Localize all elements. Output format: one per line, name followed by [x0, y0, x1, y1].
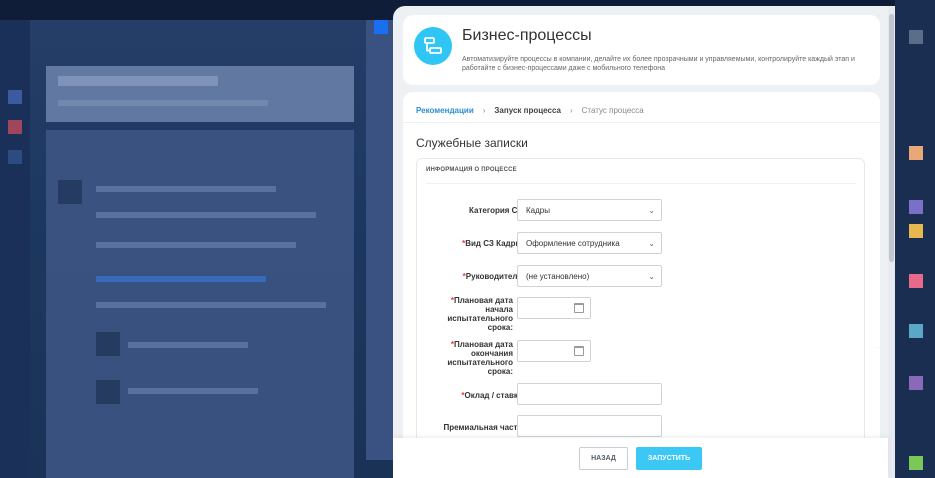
steps-breadcrumb: Рекомендации › Запуск процесса › Статус …: [416, 104, 644, 116]
step-launch-process: Запуск процесса: [494, 105, 561, 115]
field-label-probation-start: *Плановая дата начала испытательного сро…: [447, 296, 513, 332]
run-button[interactable]: ЗАПУСТИТЬ: [636, 447, 702, 470]
main-card: Рекомендации › Запуск процесса › Статус …: [403, 92, 880, 478]
chevron-down-icon: ⌄: [648, 206, 655, 215]
field-label-type: *Вид СЗ Кадры:: [462, 239, 525, 248]
background-divider: [366, 20, 394, 460]
field-label-manager: *Руководитель:: [462, 272, 525, 281]
page-description: Автоматизируйте процессы в компании, дел…: [462, 56, 855, 72]
probation-end-date-input[interactable]: [517, 340, 591, 362]
form-section-header: ИНФОРМАЦИЯ О ПРОЦЕССЕ: [426, 167, 517, 173]
chevron-down-icon: ⌄: [648, 272, 655, 281]
manager-select[interactable]: (не установлено) ⌄: [517, 265, 662, 287]
background-card: [46, 66, 354, 122]
business-process-icon: [414, 27, 452, 65]
back-button[interactable]: НАЗАД: [579, 447, 628, 470]
calendar-icon[interactable]: [574, 303, 584, 313]
calendar-icon[interactable]: [574, 346, 584, 356]
background-right-bar: [895, 0, 935, 478]
salary-input[interactable]: [517, 383, 662, 405]
bonus-input[interactable]: [517, 415, 662, 437]
business-process-slider: Бизнес-процессы Автоматизируйте процессы…: [393, 6, 895, 478]
footer-bar: НАЗАД ЗАПУСТИТЬ: [393, 438, 888, 478]
field-label-category: Категория СЗ:: [469, 206, 525, 215]
background-feed: [46, 130, 354, 478]
process-info-form: ИНФОРМАЦИЯ О ПРОЦЕССЕ Категория СЗ: Кадр…: [416, 158, 865, 478]
divider: [403, 122, 880, 123]
field-label-salary: *Оклад / ставка:: [461, 391, 525, 400]
field-label-probation-end: *Плановая дата окончания испытательного …: [447, 340, 513, 376]
chevron-down-icon: ⌄: [648, 239, 655, 248]
step-process-status: Статус процесса: [581, 105, 644, 115]
step-recommendations[interactable]: Рекомендации: [416, 106, 474, 115]
type-select[interactable]: Оформление сотрудника ⌄: [517, 232, 662, 254]
background-left-menu: [0, 20, 30, 478]
field-label-bonus: Премиальная часть:: [443, 423, 525, 432]
header-card: Бизнес-процессы Автоматизируйте процессы…: [403, 15, 880, 85]
chevron-right-icon: ›: [569, 105, 573, 115]
divider: [426, 183, 856, 184]
scrollbar-thumb[interactable]: [889, 14, 894, 262]
section-title: Служебные записки: [416, 136, 528, 150]
probation-start-date-input[interactable]: [517, 297, 591, 319]
category-select[interactable]: Кадры ⌄: [517, 199, 662, 221]
chevron-right-icon: ›: [482, 105, 486, 115]
page-title: Бизнес-процессы: [462, 27, 592, 44]
